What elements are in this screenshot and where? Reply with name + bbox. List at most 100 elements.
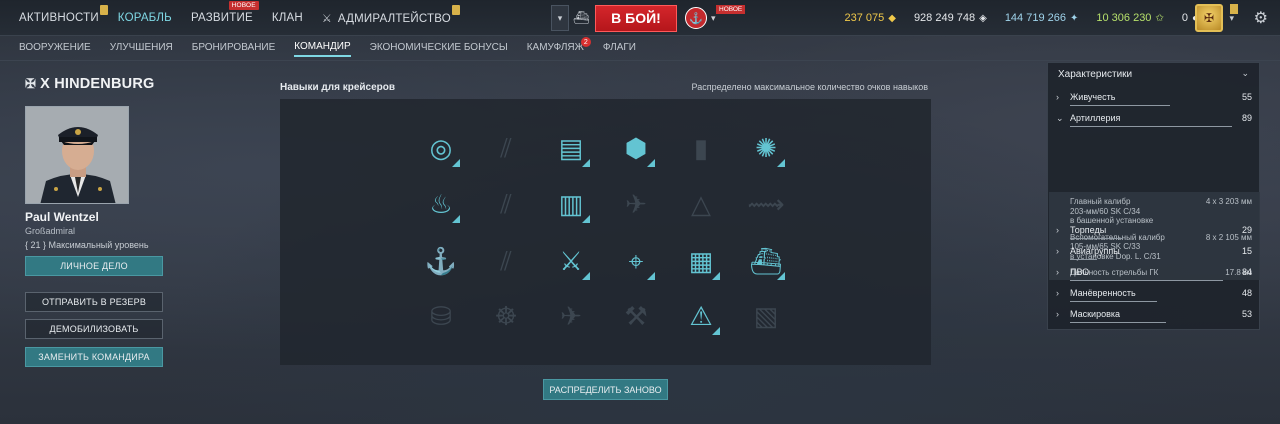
ammo-belt-icon: ▤ xyxy=(558,133,584,163)
commander-portrait[interactable] xyxy=(25,106,129,204)
stat-row[interactable]: ⌄ Артиллерия 89 xyxy=(1048,111,1261,131)
skill-slot[interactable]: ⚠ xyxy=(681,296,721,336)
chevron-right-icon: › xyxy=(1056,246,1059,256)
chevron-down-icon[interactable]: ▾ xyxy=(711,13,716,24)
battle-button[interactable]: В БОЙ! xyxy=(595,4,677,32)
tab-armor[interactable]: БРОНИРОВАНИЕ xyxy=(192,42,276,56)
skill-slot[interactable]: ✺ xyxy=(746,128,786,168)
replace-commander-button[interactable]: ЗАМЕНИТЬ КОМАНДИРА xyxy=(25,347,163,367)
skill-slot[interactable]: ⬢ xyxy=(616,128,656,168)
doubloons[interactable]: 237 075 ◆ xyxy=(844,12,895,24)
tab-camouflage[interactable]: КАМУФЛЯЖ 2 xyxy=(526,37,591,56)
credits[interactable]: 928 249 748 ◈ xyxy=(914,12,987,24)
battle-controls: ▾ ⛴ В БОЙ! ⚓ ▾ НОВОЕ xyxy=(551,4,746,32)
notification-flag-icon xyxy=(451,4,460,15)
skill-slot[interactable]: ✈ xyxy=(551,296,591,336)
nav-development[interactable]: РАЗВИТИЕ НОВОЕ xyxy=(190,1,259,24)
skill-slot[interactable]: ⟿ xyxy=(746,184,786,224)
nav-activities[interactable]: АКТИВНОСТИ xyxy=(19,5,108,24)
chevron-down-icon[interactable]: ▾ xyxy=(1229,13,1234,24)
skill-slot[interactable]: ⫽ xyxy=(486,184,526,224)
skill-slot[interactable]: ⛁ xyxy=(421,296,461,336)
skill-slot[interactable]: ☸ xyxy=(486,296,526,336)
ship-subnav: ВООРУЖЕНИЕ УЛУЧШЕНИЯ БРОНИРОВАНИЕ КОМАНД… xyxy=(19,37,655,60)
nav-clan-label: КЛАН xyxy=(271,12,303,24)
tab-flags[interactable]: ФЛАГИ xyxy=(603,42,636,56)
skill-slot[interactable]: ▧ xyxy=(746,296,786,336)
shell-swap-icon: ⬢ xyxy=(624,133,648,163)
learned-marker-icon xyxy=(452,159,460,167)
skill-slot[interactable]: ⛴ xyxy=(746,241,786,281)
tab-camouflage-label: КАМУФЛЯЖ xyxy=(526,42,584,53)
skill-slot[interactable]: ♨ xyxy=(421,184,461,224)
nav-admiralty[interactable]: ⚔ АДМИРАЛТЕЙСТВО xyxy=(322,4,460,25)
skills-grid: ◎ ⫽ ▤ ⬢ ▮ ✺ ♨ ⫽ ▥ ✈ △ ⟿ ⚓ ⫽ ⚔ ⌖ ▦ ⛴ ⛁ ☸ ✈ ⚒ ⚠ ▧ xyxy=(280,99,931,365)
tab-commander[interactable]: КОМАНДИР xyxy=(294,41,351,57)
learned-marker-icon xyxy=(452,215,460,223)
avatar[interactable]: ✠ xyxy=(1195,4,1223,32)
skill-slot[interactable]: ⚓ xyxy=(421,241,461,281)
map-dim-icon: ▧ xyxy=(753,301,779,331)
skill-slot[interactable]: △ xyxy=(681,184,721,224)
ammo-stack-icon: ▥ xyxy=(558,189,584,219)
elite-xp[interactable]: 10 306 230 ✩ xyxy=(1096,12,1163,24)
aircraft-dim-icon: ✈ xyxy=(625,189,647,219)
credits-value: 928 249 748 xyxy=(913,12,976,24)
chevron-down-icon: ⌄ xyxy=(1056,113,1064,123)
stat-row[interactable]: › Торпеды 29 xyxy=(1048,223,1261,243)
crossed-swords-icon: ⚔ xyxy=(559,246,583,276)
commander-level: { 21 } Максимальный уровень xyxy=(25,240,149,250)
send-to-reserve-button[interactable]: ОТПРАВИТЬ В РЕЗЕРВ xyxy=(25,292,163,312)
skill-slot[interactable]: ⚔ xyxy=(551,241,591,281)
learned-marker-icon xyxy=(582,215,590,223)
skill-slot[interactable]: ⌖ xyxy=(616,241,656,281)
skill-slot[interactable]: ✈ xyxy=(616,184,656,224)
free-xp[interactable]: 144 719 266 ✦ xyxy=(1005,12,1079,24)
nav-ship[interactable]: КОРАБЛЬ xyxy=(118,12,172,24)
skill-slot[interactable]: ▮ xyxy=(681,128,721,168)
tab-upgrades[interactable]: УЛУЧШЕНИЯ xyxy=(110,42,173,56)
ship-silhouette-icon: ⛴ xyxy=(749,246,783,276)
personal-file-button[interactable]: ЛИЧНОЕ ДЕЛО xyxy=(25,256,163,276)
ship-select-button[interactable]: ⛴ xyxy=(569,5,593,31)
gear-icon[interactable]: ⚙ xyxy=(1254,8,1268,28)
division-button[interactable]: ▾ xyxy=(551,5,569,31)
stat-value: 29 xyxy=(1241,225,1252,235)
notification-flag-icon xyxy=(99,5,108,15)
camouflage-count-badge: 2 xyxy=(580,37,591,47)
stat-row[interactable]: › Манёвренность 48 xyxy=(1048,286,1261,306)
commander-name: Paul Wentzel xyxy=(25,210,99,224)
characteristics-heading: Характеристики xyxy=(1058,69,1133,80)
skill-slot[interactable]: ⫽ xyxy=(486,128,526,168)
skill-slot[interactable]: ▤ xyxy=(551,128,591,168)
doubloons-value: 237 075 xyxy=(844,12,885,24)
stat-row[interactable]: › Авиагруппы 15 xyxy=(1048,244,1261,264)
redistribute-button[interactable]: РАСПРЕДЕЛИТЬ ЗАНОВО xyxy=(543,379,668,400)
stat-name: Торпеды xyxy=(1070,225,1107,235)
nav-development-label: РАЗВИТИЕ xyxy=(190,12,253,24)
demobilize-button[interactable]: ДЕМОБИЛИЗОВАТЬ xyxy=(25,319,163,339)
radio-location-icon: ⌖ xyxy=(628,246,644,276)
stat-row[interactable]: › ПВО 84 xyxy=(1048,265,1261,285)
repair-team-icon: ✺ xyxy=(755,133,777,163)
main-nav: АКТИВНОСТИ КОРАБЛЬ РАЗВИТИЕ НОВОЕ КЛАН ⚔… xyxy=(19,0,470,36)
tab-armament[interactable]: ВООРУЖЕНИЕ xyxy=(19,42,91,56)
stat-row[interactable]: › Маскировка 53 xyxy=(1048,307,1261,327)
skill-slot[interactable]: ▥ xyxy=(551,184,591,224)
stat-value: 84 xyxy=(1241,267,1252,277)
battle-mode-icon[interactable]: ⚓ xyxy=(685,7,707,29)
skill-slot[interactable]: ⚒ xyxy=(616,296,656,336)
skill-slot[interactable]: ◎ xyxy=(421,128,461,168)
nav-clan[interactable]: КЛАН xyxy=(272,12,303,24)
shells-dim-icon: ⫽ xyxy=(500,246,512,276)
skill-slot[interactable]: ⫽ xyxy=(486,241,526,281)
armor-plate-icon: ▦ xyxy=(688,246,714,276)
fire-icon: ♨ xyxy=(429,189,453,219)
elite-xp-value: 10 306 230 xyxy=(1096,12,1152,24)
skill-slot[interactable]: ▦ xyxy=(681,241,721,281)
stat-name: Маскировка xyxy=(1070,309,1121,319)
learned-marker-icon xyxy=(777,159,785,167)
stat-row[interactable]: › Живучесть 55 xyxy=(1048,90,1261,110)
chevron-down-icon[interactable]: ⌄ xyxy=(1241,68,1249,79)
tab-economic-bonuses[interactable]: ЭКОНОМИЧЕСКИЕ БОНУСЫ xyxy=(370,42,508,56)
